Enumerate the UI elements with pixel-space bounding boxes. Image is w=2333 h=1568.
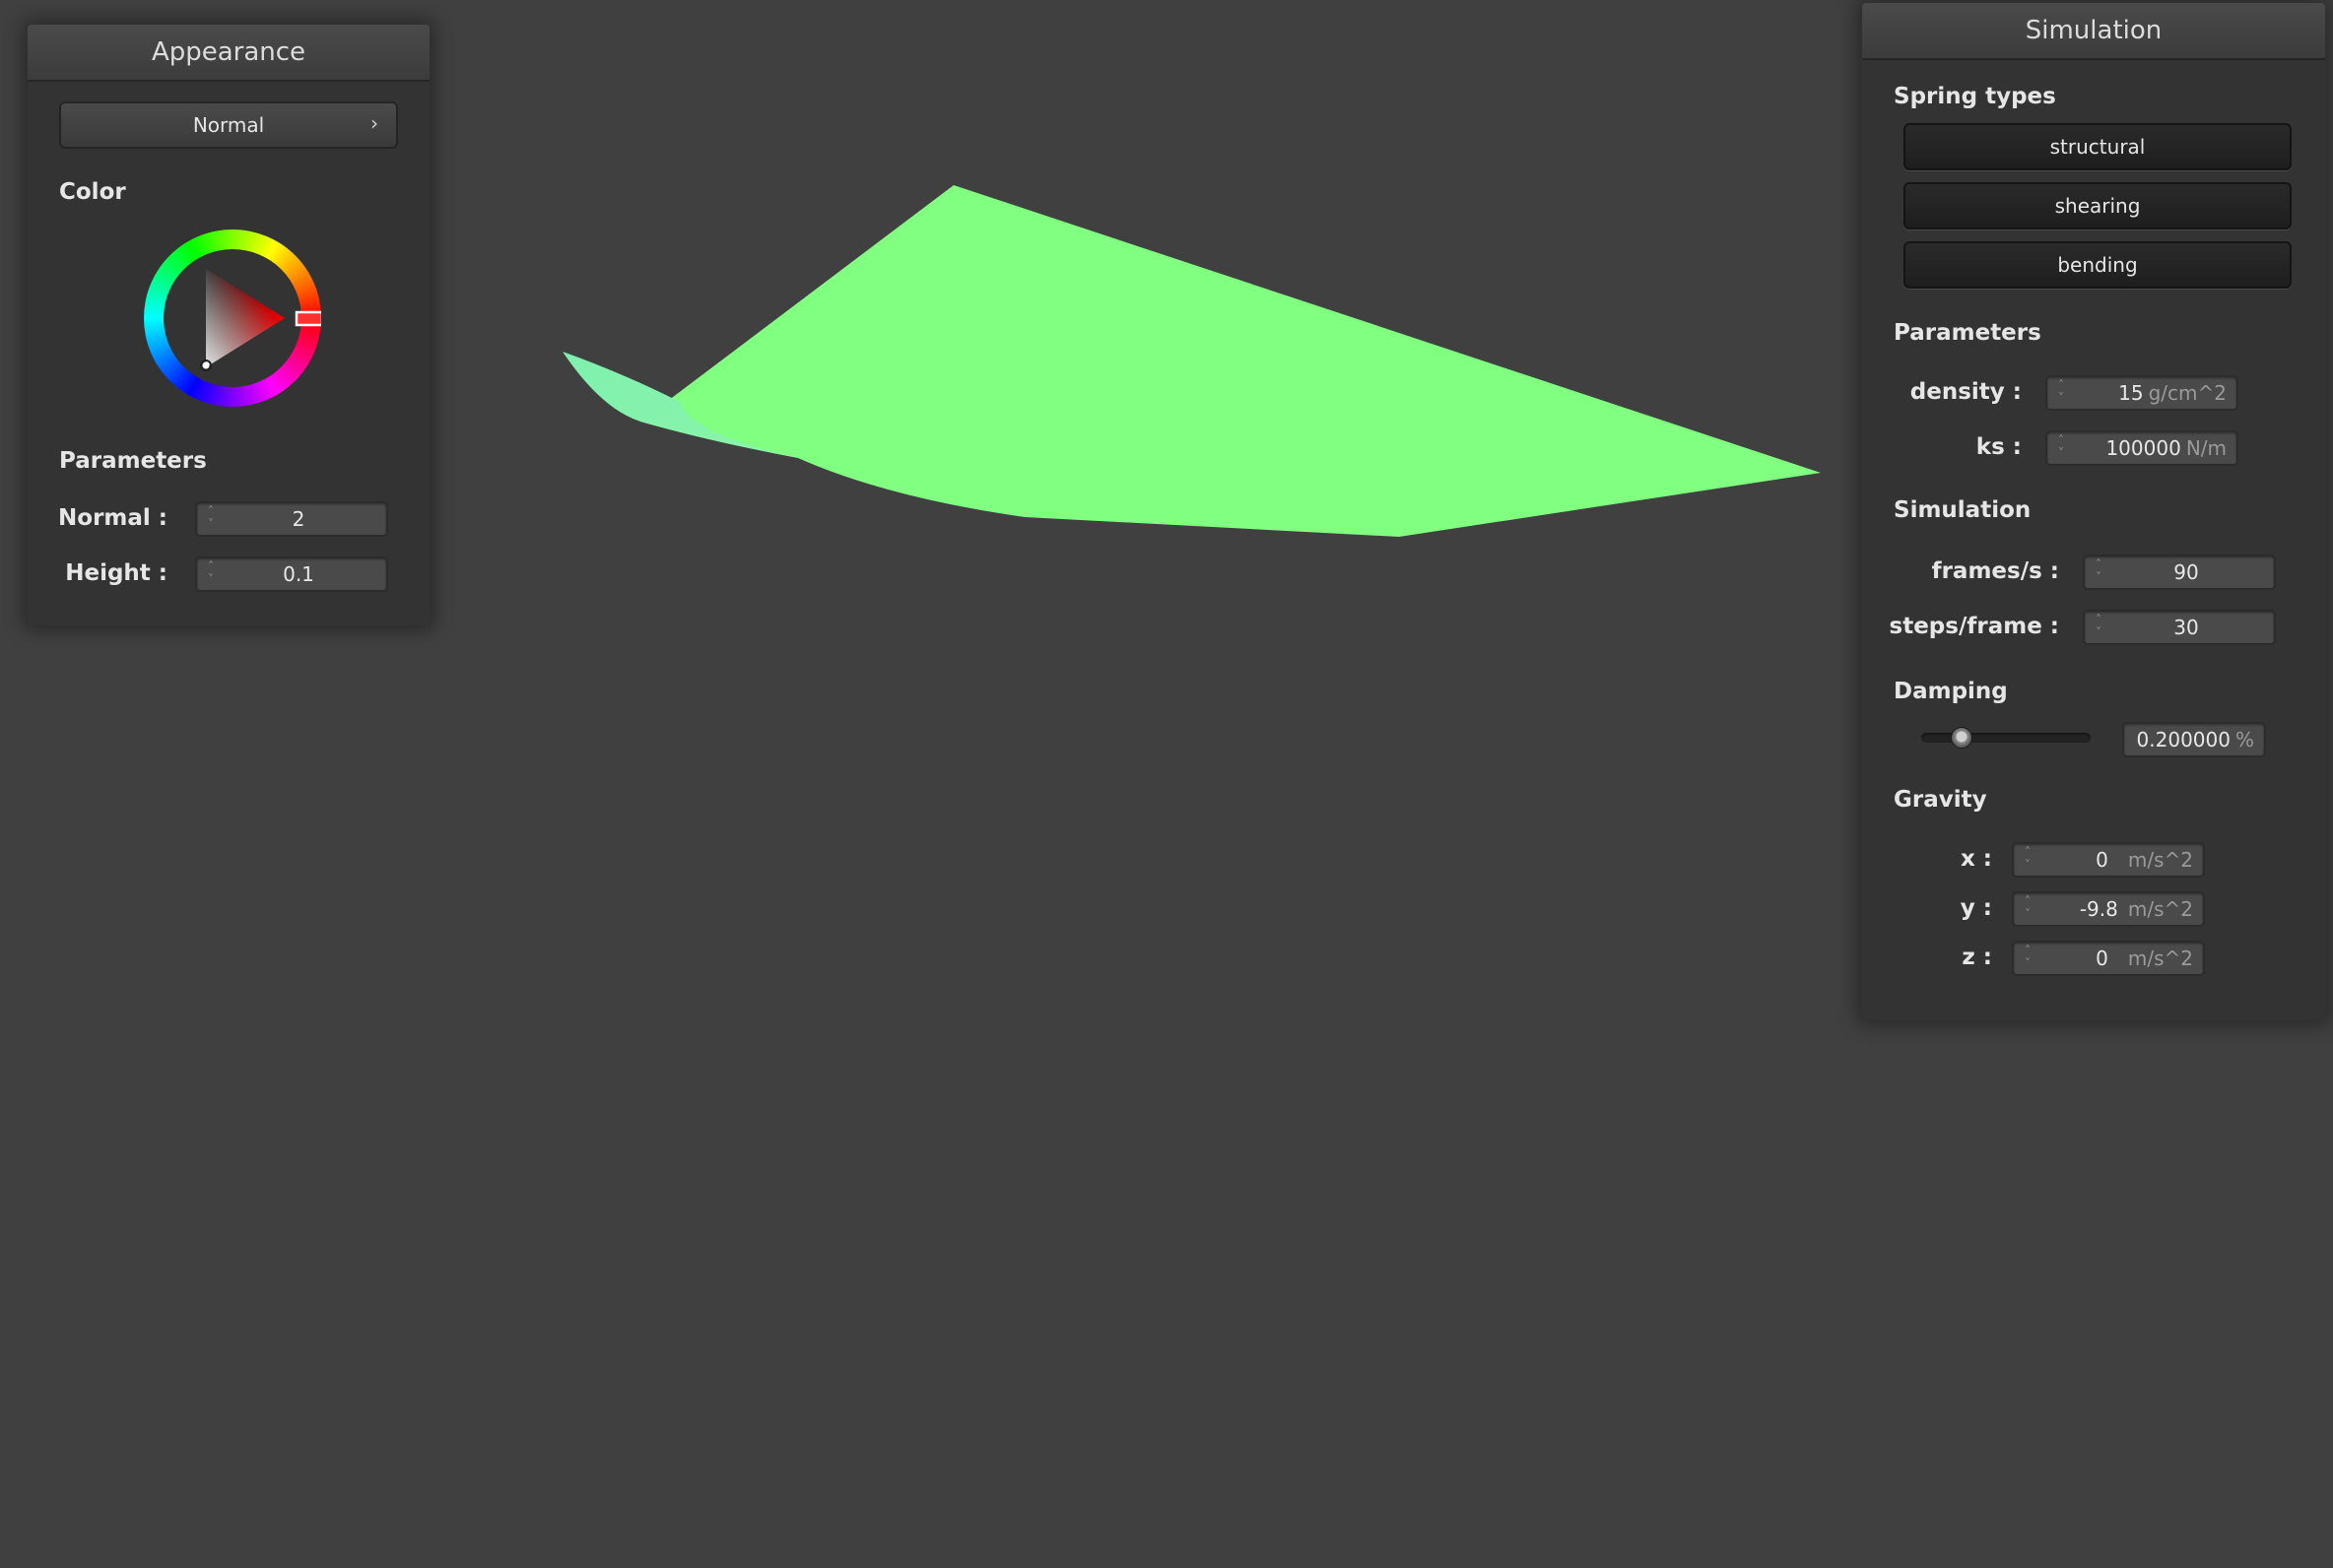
simulation-panel: Simulation Spring types structural shear… xyxy=(1862,3,2325,1020)
normal-label: Normal : xyxy=(58,505,167,531)
shearing-button[interactable]: shearing xyxy=(1903,182,2292,229)
appearance-panel-title: Appearance xyxy=(28,25,430,82)
gravity-x-input[interactable]: ˄ ˅ 0 m/s^2 xyxy=(2012,842,2205,878)
simulation-panel-title: Simulation xyxy=(1862,3,2325,60)
gravity-z-label: z : xyxy=(1962,945,1992,970)
damping-label: Damping xyxy=(1894,679,2008,704)
spinner-arrows-icon[interactable]: ˄ ˅ xyxy=(2055,379,2067,407)
steps-input[interactable]: ˄ ˅ 30 xyxy=(2083,610,2276,645)
steps-label: steps/frame : xyxy=(1889,614,2059,639)
hue-selector-handle xyxy=(295,310,321,327)
gravity-x-label: x : xyxy=(1960,846,1992,872)
damping-slider[interactable] xyxy=(1921,733,2091,743)
appearance-panel: Appearance Normal › Color Parameters Nor… xyxy=(28,25,430,625)
spinner-arrows-icon[interactable]: ˄ ˅ xyxy=(2022,945,2033,972)
ks-label: ks : xyxy=(1975,434,2022,460)
color-section-label: Color xyxy=(59,179,126,205)
gravity-y-label: y : xyxy=(1960,895,1992,921)
gravity-z-input[interactable]: ˄ ˅ 0 m/s^2 xyxy=(2012,941,2205,976)
structural-button[interactable]: structural xyxy=(1903,123,2292,170)
chevron-right-icon: › xyxy=(370,111,378,135)
spinner-arrows-icon[interactable]: ˄ ˅ xyxy=(205,560,217,588)
density-input[interactable]: ˄ ˅ 15 g/cm^2 xyxy=(2045,375,2238,411)
gravity-label: Gravity xyxy=(1894,787,1987,813)
fps-label: frames/s : xyxy=(1931,558,2059,584)
spring-types-label: Spring types xyxy=(1894,84,2056,109)
spinner-arrows-icon[interactable]: ˄ ˅ xyxy=(2093,614,2104,641)
cloth-surface xyxy=(640,185,1821,537)
fps-input[interactable]: ˄ ˅ 90 xyxy=(2083,555,2276,590)
color-wheel[interactable] xyxy=(144,229,321,407)
spinner-arrows-icon[interactable]: ˄ ˅ xyxy=(205,505,217,533)
ks-input[interactable]: ˄ ˅ 100000 N/m xyxy=(2045,430,2238,466)
simulation-section-label: Simulation xyxy=(1894,497,2032,523)
density-label: density : xyxy=(1909,379,2022,405)
damping-slider-handle[interactable] xyxy=(1951,727,1973,749)
height-input[interactable]: ˄ ˅ 0.1 xyxy=(195,556,388,592)
damping-input[interactable]: 0.200000% xyxy=(2122,722,2266,757)
simulation-parameters-label: Parameters xyxy=(1894,320,2041,346)
spinner-arrows-icon[interactable]: ˄ ˅ xyxy=(2055,434,2067,462)
color-triangle[interactable] xyxy=(144,229,321,407)
render-mode-label: Normal xyxy=(192,113,265,137)
height-label: Height : xyxy=(65,560,167,586)
appearance-parameters-label: Parameters xyxy=(59,448,207,474)
normal-input[interactable]: ˄ ˅ 2 xyxy=(195,501,388,537)
render-mode-dropdown[interactable]: Normal › xyxy=(59,101,398,149)
spinner-arrows-icon[interactable]: ˄ ˅ xyxy=(2093,558,2104,586)
spinner-arrows-icon[interactable]: ˄ ˅ xyxy=(2022,895,2033,923)
spinner-arrows-icon[interactable]: ˄ ˅ xyxy=(2022,846,2033,874)
gravity-y-input[interactable]: ˄ ˅ -9.8 m/s^2 xyxy=(2012,891,2205,927)
bending-button[interactable]: bending xyxy=(1903,241,2292,289)
